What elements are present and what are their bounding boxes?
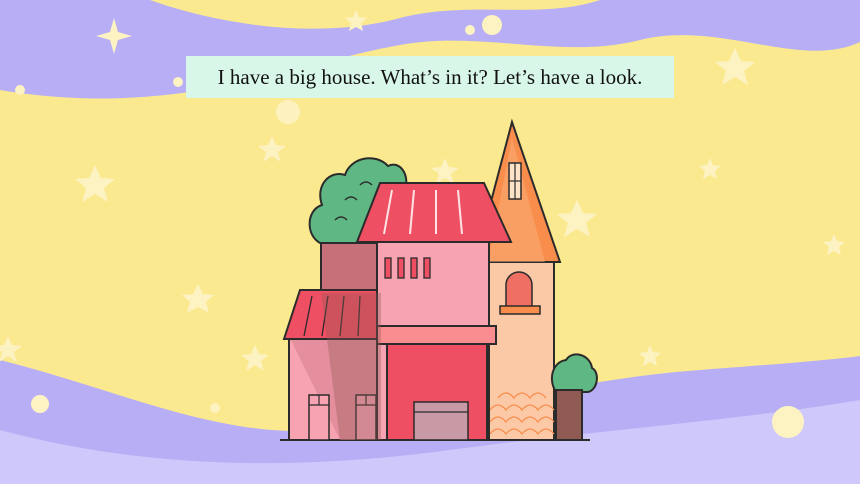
bubble [772,406,804,438]
caption-box: I have a big house. What’s in it? Let’s … [186,56,674,98]
bubble [210,403,220,413]
bubble [173,77,183,87]
bubble [15,85,25,95]
chimney-box [320,242,382,294]
bubble [276,100,300,124]
caption-text: I have a big house. What’s in it? Let’s … [217,64,643,89]
bubble [465,25,475,35]
bubble [482,15,502,35]
bubble [31,395,49,413]
